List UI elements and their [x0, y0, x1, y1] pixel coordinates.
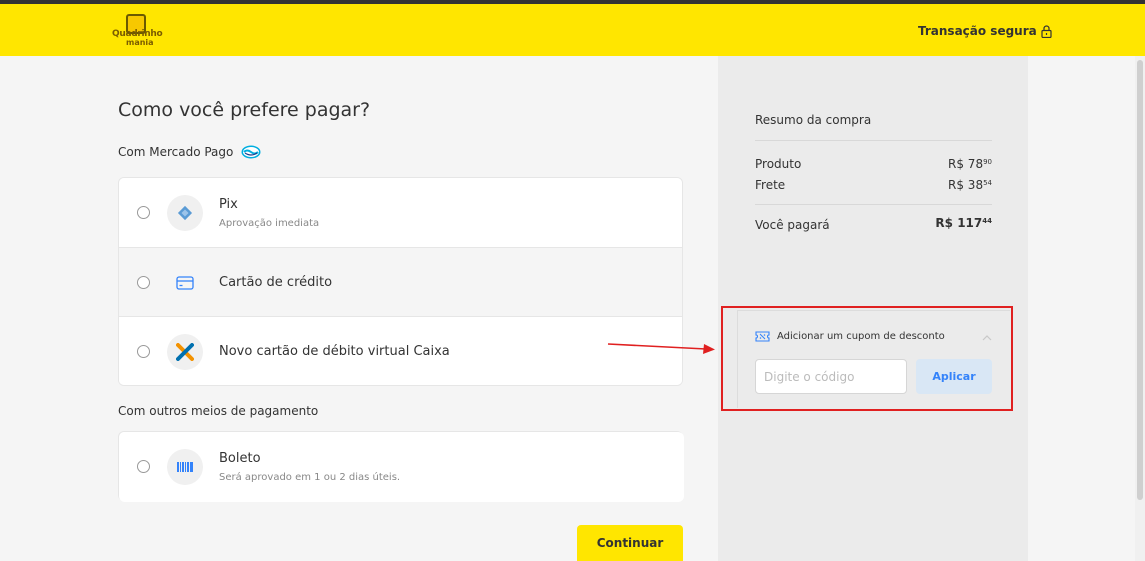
- total-cents: 44: [982, 217, 992, 225]
- summary-divider-total: [755, 204, 992, 205]
- product-cents: 90: [983, 158, 992, 166]
- credit-card-icon: [176, 276, 194, 290]
- logo-text-2: mania: [126, 38, 154, 47]
- annotation-highlight-box: [721, 306, 1013, 411]
- caixa-logo-icon: [176, 343, 194, 361]
- product-value: R$ 7890: [948, 157, 992, 171]
- mercado-pago-options: Pix Aprovação imediata Cartão de crédito…: [118, 177, 683, 386]
- pix-radio[interactable]: [137, 206, 150, 219]
- shipping-value: R$ 3854: [948, 178, 992, 192]
- pix-title: Pix: [219, 197, 238, 212]
- payment-option-boleto[interactable]: Boleto Será aprovado em 1 ou 2 dias útei…: [119, 432, 684, 502]
- boleto-subtitle: Será aprovado em 1 ou 2 dias úteis.: [219, 472, 401, 483]
- secure-label: Transação segura: [918, 24, 1037, 38]
- pix-subtitle: Aprovação imediata: [219, 218, 320, 229]
- continue-button[interactable]: Continuar: [577, 525, 683, 561]
- boleto-icon-wrap: [167, 449, 203, 485]
- payment-option-credit-card[interactable]: Cartão de crédito: [119, 247, 682, 317]
- header: Quadrinho mania Transação segura: [0, 4, 1145, 56]
- annotation-arrow-icon: [607, 343, 715, 354]
- summary-divider-top: [755, 140, 992, 141]
- boleto-title: Boleto: [219, 451, 261, 466]
- shipping-amount: R$ 38: [948, 178, 984, 192]
- credit-card-icon-wrap: [167, 265, 203, 301]
- caixa-title: Novo cartão de débito virtual Caixa: [219, 344, 450, 359]
- page-title: Como você prefere pagar?: [118, 99, 371, 121]
- lock-icon: [1041, 24, 1052, 38]
- product-amount: R$ 78: [948, 157, 984, 171]
- page-margin: [1028, 56, 1145, 561]
- barcode-icon: [177, 462, 193, 472]
- other-payment-options: Boleto Será aprovado em 1 ou 2 dias útei…: [118, 431, 684, 502]
- pix-icon: [177, 205, 193, 221]
- caixa-icon-wrap: [167, 334, 203, 370]
- mercado-pago-section-label: Com Mercado Pago: [118, 145, 261, 159]
- summary-title: Resumo da compra: [755, 113, 872, 127]
- caixa-radio[interactable]: [137, 345, 150, 358]
- product-label: Produto: [755, 157, 802, 171]
- mercado-pago-handshake-icon: [241, 145, 261, 159]
- scrollbar-thumb[interactable]: [1137, 60, 1143, 500]
- secure-transaction: Transação segura: [918, 24, 1052, 38]
- shipping-cents: 54: [983, 179, 992, 187]
- total-value: R$ 11744: [935, 216, 992, 230]
- boleto-radio[interactable]: [137, 460, 150, 473]
- credit-card-title: Cartão de crédito: [219, 275, 333, 290]
- mercado-pago-label: Com Mercado Pago: [118, 145, 234, 159]
- pix-icon-wrap: [167, 195, 203, 231]
- store-logo[interactable]: Quadrinho mania: [112, 14, 163, 48]
- other-methods-label: Com outros meios de pagamento: [118, 404, 319, 418]
- shipping-label: Frete: [755, 178, 786, 192]
- total-label: Você pagará: [755, 218, 830, 232]
- payment-option-caixa-debit[interactable]: Novo cartão de débito virtual Caixa: [119, 317, 682, 385]
- credit-card-radio[interactable]: [137, 276, 150, 289]
- payment-option-pix[interactable]: Pix Aprovação imediata: [119, 178, 682, 248]
- total-amount: R$ 117: [935, 216, 983, 230]
